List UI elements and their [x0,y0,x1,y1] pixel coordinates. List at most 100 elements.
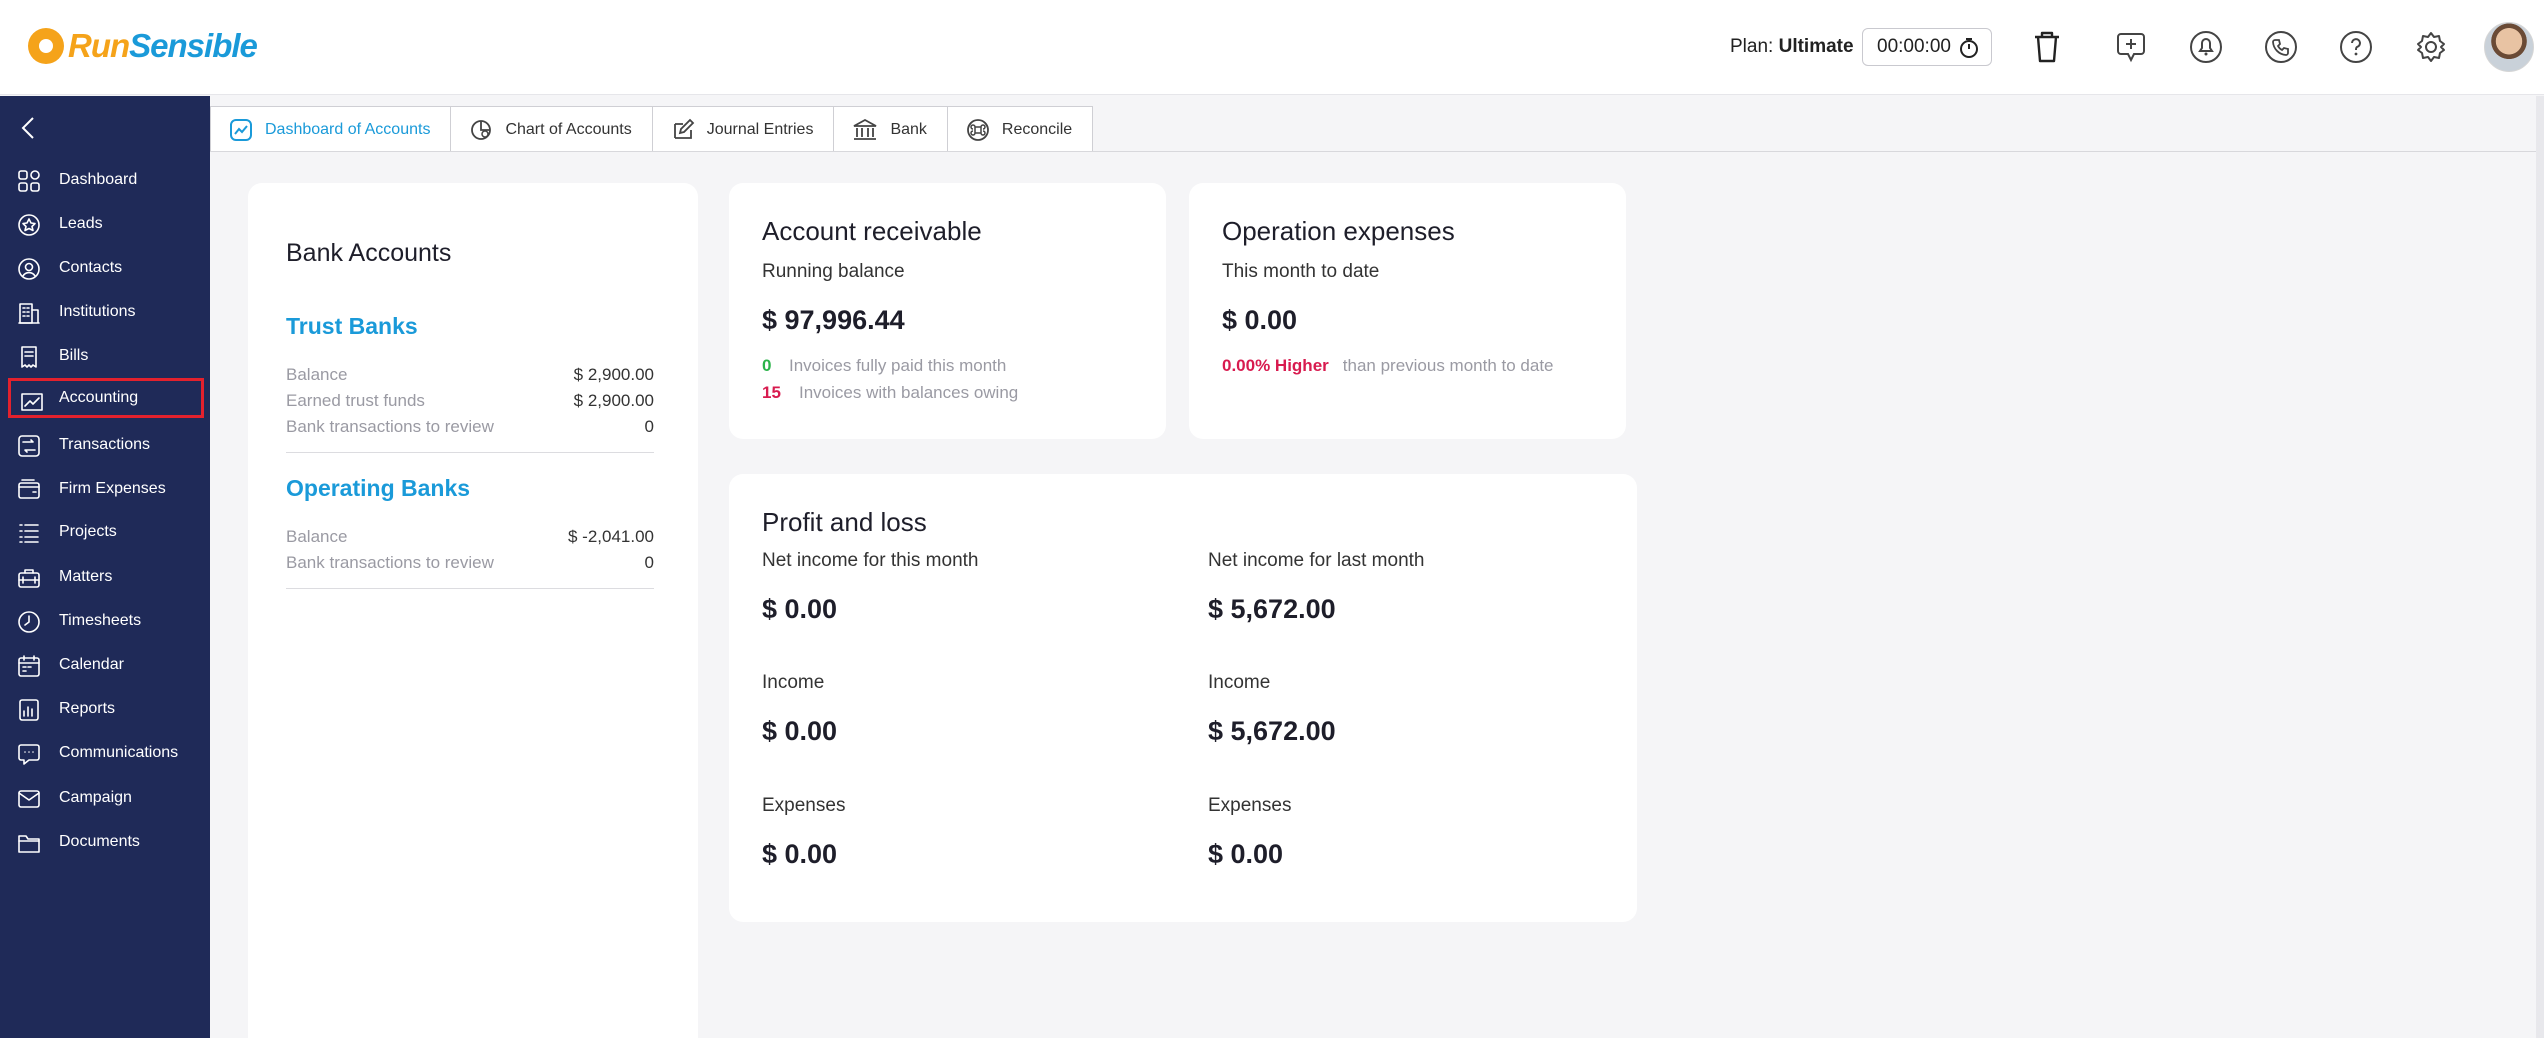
tab-label: Reconcile [1001,120,1073,138]
sidebar-item-leads[interactable]: Leads [0,204,210,244]
row-label: Balance [286,365,348,384]
add-icon[interactable] [2110,26,2152,68]
row-value: 0 [644,553,654,572]
dashboard-icon [16,169,42,193]
stopwatch-icon [1960,38,1978,58]
tab-journal-entries[interactable]: Journal Entries [651,106,835,152]
divider [286,452,654,453]
user-avatar[interactable] [2484,22,2534,72]
bell-icon[interactable] [2185,26,2227,68]
chart-line-icon [230,118,252,141]
operation-expenses-card: Operation expenses This month to date $ … [1189,183,1626,439]
top-bar: Run Sensible Plan: Ultimate 00:00:00 [0,0,2544,95]
expenses-change: 0.00% Higher [1222,356,1329,375]
sidebar-item-contacts[interactable]: Contacts [0,248,210,288]
sidebar-item-label: Transactions [59,436,150,453]
list-icon [16,521,42,545]
sidebar-item-timesheets[interactable]: Timesheets [0,601,210,641]
page-scrollbar[interactable] [2536,96,2544,1038]
trash-icon[interactable] [2026,26,2068,68]
owing-invoices-line[interactable]: 15 Invoices with balances owing [762,383,1018,403]
owing-count: 15 [762,383,781,402]
sidebar-item-reports[interactable]: Reports [0,689,210,729]
income-this-month-label: Income [762,672,825,693]
receivable-amount: $ 97,996.44 [762,305,905,335]
trust-banks-heading[interactable]: Trust Banks [286,313,418,340]
mail-icon [16,787,42,811]
phone-icon[interactable] [2260,26,2302,68]
row-value: $ 2,900.00 [573,391,654,410]
sidebar-item-accounting[interactable]: Accounting [8,378,204,418]
pie-chart-icon [471,119,492,140]
row-value: $ -2,041.00 [567,527,654,546]
sidebar-item-label: Bills [59,347,89,364]
star-icon [16,213,42,237]
timer-widget[interactable]: 00:00:00 [1862,28,1992,66]
operating-banks-heading[interactable]: Operating Banks [286,475,470,502]
sidebar-item-label: Institutions [59,303,136,320]
operating-balance-row: Balance $ -2,041.00 [286,527,654,551]
expenses-title: Operation expenses [1222,216,1455,246]
net-income-this-month-value: $ 0.00 [762,594,838,624]
wallet-icon [16,478,42,502]
reconcile-icon [967,118,989,141]
sidebar-item-label: Communications [59,744,179,761]
net-income-last-month-value: $ 5,672.00 [1208,594,1336,624]
sidebar-item-campaign[interactable]: Campaign [0,778,210,818]
sidebar-item-documents[interactable]: Documents [0,822,210,862]
income-this-month-value: $ 0.00 [762,716,838,746]
trust-balance-row: Balance $ 2,900.00 [286,365,654,389]
tab-label: Journal Entries [706,120,814,138]
sidebar-item-label: Calendar [59,656,124,673]
sidebar-item-transactions[interactable]: Transactions [0,425,210,465]
sidebar-item-communications[interactable]: Communications [0,733,210,773]
sidebar-item-institutions[interactable]: Institutions [0,292,210,332]
plan-indicator: Plan: Ultimate [1730,36,1854,58]
tab-label: Dashboard of Accounts [265,120,431,138]
sidebar-item-label: Firm Expenses [59,480,166,497]
edit-icon [673,118,695,139]
gear-icon[interactable] [2410,26,2452,68]
sidebar-item-label: Projects [59,523,117,540]
owing-text: Invoices with balances owing [799,383,1019,402]
bank-accounts-card: Bank Accounts Trust Banks Balance $ 2,90… [248,183,698,1038]
sidebar-item-calendar[interactable]: Calendar [0,645,210,685]
expenses-this-month-label: Expenses [762,795,846,816]
accounting-icon [19,390,45,414]
tab-chart-of-accounts[interactable]: Chart of Accounts [450,106,653,152]
sidebar-item-projects[interactable]: Projects [0,512,210,552]
sidebar-item-firm-expenses[interactable]: Firm Expenses [0,469,210,509]
sidebar-item-bills[interactable]: Bills [0,336,210,376]
tab-dashboard-of-accounts[interactable]: Dashboard of Accounts [210,106,452,152]
logo-mark-icon [28,28,64,64]
sidebar-item-label: Accounting [59,389,139,406]
net-income-this-month-label: Net income for this month [762,550,979,571]
receivable-title: Account receivable [762,216,982,246]
tab-reconcile[interactable]: Reconcile [946,106,1094,152]
income-last-month-label: Income [1208,672,1271,693]
building-icon [16,301,42,325]
folder-icon [16,831,42,855]
help-icon[interactable] [2335,26,2377,68]
reports-icon [16,698,42,722]
sidebar-item-label: Contacts [59,259,123,276]
collapse-sidebar-button[interactable] [18,114,40,147]
expenses-last-month-label: Expenses [1208,795,1292,816]
briefcase-icon [16,566,42,590]
trust-earned-row: Earned trust funds $ 2,900.00 [286,391,654,415]
sidebar-item-label: Dashboard [59,171,138,188]
expenses-last-month-value: $ 0.00 [1208,839,1284,869]
bank-accounts-title: Bank Accounts [286,239,452,267]
sidebar-item-dashboard[interactable]: Dashboard [0,160,210,200]
receivable-subtitle: Running balance [762,261,905,282]
tab-bank[interactable]: Bank [833,106,948,152]
divider [286,588,654,589]
tab-label: Bank [890,120,927,138]
bill-icon [16,345,42,369]
sidebar-item-matters[interactable]: Matters [0,557,210,597]
account-receivable-card: Account receivable Running balance $ 97,… [729,183,1166,439]
row-label: Balance [286,527,348,546]
app-logo[interactable]: Run Sensible [28,24,258,68]
net-income-last-month-label: Net income for last month [1208,550,1425,571]
paid-invoices-line[interactable]: 0 Invoices fully paid this month [762,356,1006,376]
